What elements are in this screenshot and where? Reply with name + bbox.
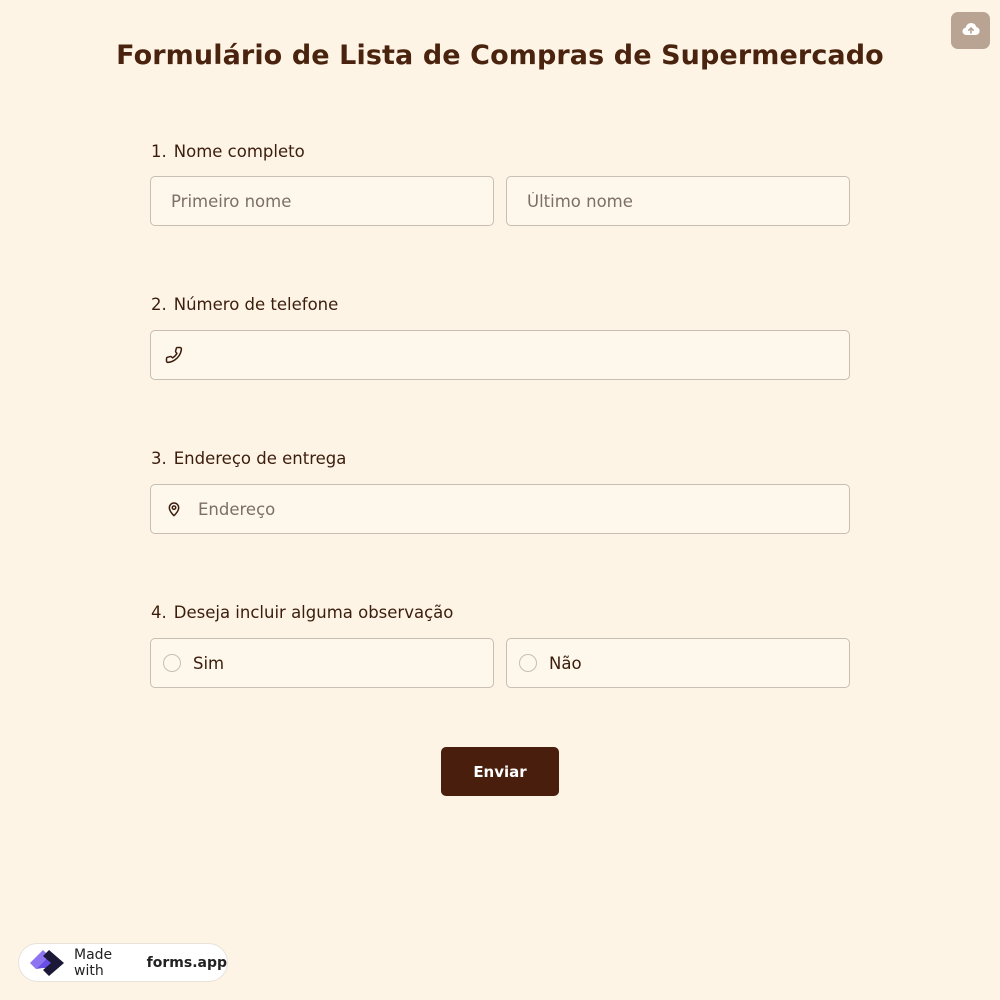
question-number: 2. [151, 295, 167, 314]
radio-option-sim[interactable]: Sim [150, 638, 494, 688]
question-2-label: 2. Número de telefone [151, 295, 338, 314]
question-number: 1. [151, 142, 167, 161]
phone-input[interactable] [198, 331, 849, 379]
badge-prefix: Made with [74, 946, 113, 979]
question-1-label: 1. Nome completo [151, 142, 305, 161]
radio-option-label: Sim [193, 653, 225, 673]
question-3-label: 3. Endereço de entrega [151, 449, 346, 468]
question-text: Nome completo [173, 142, 305, 161]
radio-button[interactable] [519, 654, 537, 672]
first-name-field[interactable] [150, 176, 494, 226]
page-title: Formulário de Lista de Compras de Superm… [116, 40, 884, 71]
question-text: Número de telefone [173, 295, 339, 314]
radio-button[interactable] [163, 654, 181, 672]
radio-option-label: Não [549, 653, 582, 673]
address-input[interactable] [198, 485, 849, 533]
submit-button[interactable]: Enviar [441, 747, 559, 796]
question-text: Endereço de entrega [173, 449, 347, 468]
radio-option-nao[interactable]: Não [506, 638, 850, 688]
question-text: Deseja incluir alguma observação [173, 603, 454, 622]
question-number: 3. [151, 449, 167, 468]
question-4-label: 4. Deseja incluir alguma observação [151, 603, 453, 622]
phone-field[interactable] [150, 330, 850, 380]
badge-brand: forms.app [146, 954, 227, 971]
last-name-field[interactable] [506, 176, 850, 226]
question-number: 4. [151, 603, 167, 622]
address-field[interactable] [150, 484, 850, 534]
first-name-input[interactable] [171, 177, 493, 225]
forms-app-logo-icon [28, 946, 66, 980]
last-name-input[interactable] [527, 177, 849, 225]
made-with-badge[interactable]: Made with forms.app [18, 943, 228, 982]
map-pin-icon [164, 499, 184, 519]
cloud-upload-icon [962, 21, 980, 40]
phone-icon [164, 345, 184, 365]
